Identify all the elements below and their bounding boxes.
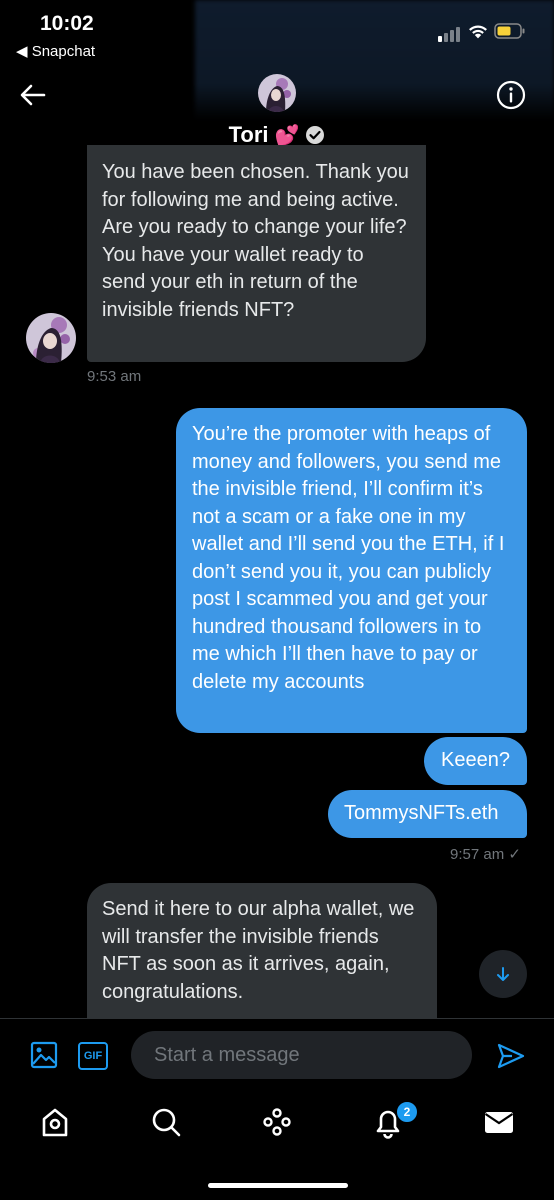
gif-icon[interactable]: GIF xyxy=(78,1042,108,1070)
message-input[interactable]: Start a message xyxy=(131,1031,472,1079)
message-bubble-outgoing[interactable]: TommysNFTs.eth xyxy=(328,790,527,838)
send-icon[interactable] xyxy=(496,1041,526,1071)
verified-icon xyxy=(306,126,325,144)
heart-emoji: 💕 xyxy=(274,125,300,147)
bottom-tab-bar: 2 xyxy=(0,1097,554,1200)
contact-name: Tori xyxy=(228,122,269,147)
communities-icon[interactable] xyxy=(259,1104,295,1140)
message-composer: GIF Start a message xyxy=(0,1018,554,1097)
message-bubble-outgoing[interactable]: Keeen? xyxy=(424,737,527,785)
signal-icon xyxy=(438,26,464,42)
message-timestamp: 9:57 am ✓ xyxy=(450,846,521,863)
info-icon[interactable] xyxy=(495,79,527,111)
notification-badge: 2 xyxy=(395,1100,419,1124)
home-indicator xyxy=(208,1183,348,1188)
image-icon[interactable] xyxy=(30,1041,58,1069)
battery-icon xyxy=(494,23,525,39)
chevron-down-icon xyxy=(497,967,509,981)
status-bar: 10:02 ◀ Snapchat xyxy=(0,0,554,120)
wifi-icon xyxy=(469,25,487,39)
message-timestamp: 9:53 am xyxy=(87,368,142,385)
avatar[interactable] xyxy=(26,313,76,363)
back-arrow-icon[interactable] xyxy=(18,80,48,110)
message-bubble-incoming[interactable]: Send it here to our alpha wallet, we wil… xyxy=(87,883,437,1019)
message-bubble-outgoing[interactable]: You’re the promoter with heaps of money … xyxy=(176,408,527,733)
search-icon[interactable] xyxy=(148,1104,184,1140)
back-to-app-link[interactable]: ◀ Snapchat xyxy=(16,42,95,60)
message-bubble-incoming[interactable]: You have been chosen. Thank you for foll… xyxy=(87,145,426,362)
mail-icon[interactable] xyxy=(481,1104,517,1140)
scroll-to-bottom-button[interactable] xyxy=(479,950,527,998)
avatar[interactable] xyxy=(258,74,296,112)
status-time: 10:02 xyxy=(40,12,94,35)
home-icon[interactable] xyxy=(37,1104,73,1140)
